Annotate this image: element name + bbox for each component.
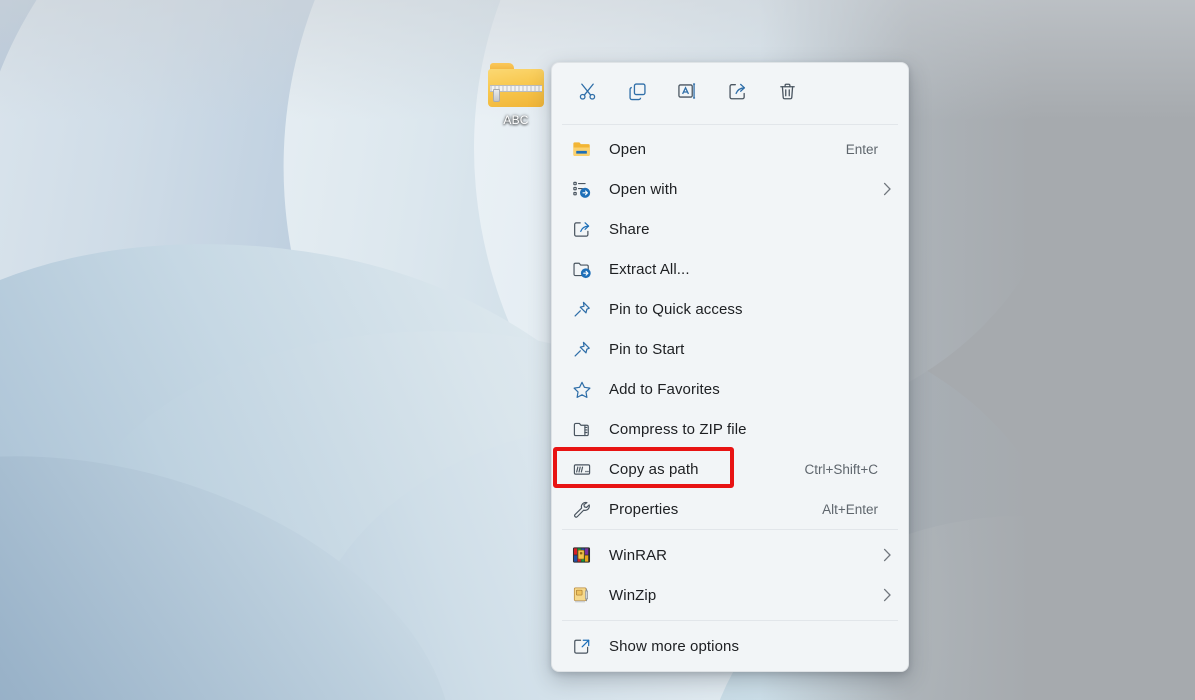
menu-item-label: Open with — [609, 181, 677, 198]
menu-item-accelerator: Enter — [846, 142, 896, 157]
menu-item-winrar[interactable]: WinRAR — [552, 535, 908, 575]
winzip-icon — [572, 584, 600, 606]
delete-icon — [777, 81, 798, 107]
share-icon — [572, 218, 600, 240]
context-menu: Open Enter — [551, 62, 909, 672]
menu-item-open[interactable]: Open Enter — [552, 129, 908, 169]
menu-item-label: Open — [609, 141, 646, 158]
menu-item-open-with[interactable]: Open with — [552, 169, 908, 209]
menu-item-label: Properties — [609, 501, 678, 518]
rename-button[interactable] — [666, 75, 708, 113]
menu-item-compress-to-zip[interactable]: Compress to ZIP file — [552, 409, 908, 449]
delete-button[interactable] — [766, 75, 808, 113]
desktop-icon-abc[interactable]: ABC — [470, 55, 562, 127]
folder-open-icon — [572, 138, 600, 160]
star-icon — [572, 378, 600, 400]
extract-all-icon — [572, 258, 600, 280]
copy-icon — [627, 81, 648, 107]
chevron-right-icon — [880, 548, 896, 562]
menu-item-properties[interactable]: Properties Alt+Enter — [552, 489, 908, 529]
menu-item-pin-to-quick-access[interactable]: Pin to Quick access — [552, 289, 908, 329]
context-menu-main-group: Open Enter — [552, 125, 908, 529]
share-button[interactable] — [716, 75, 758, 113]
cut-icon — [577, 81, 598, 107]
zip-folder-icon — [488, 63, 544, 109]
menu-item-label: Compress to ZIP file — [609, 421, 747, 438]
menu-item-label: Pin to Quick access — [609, 301, 743, 318]
desktop: ABC — [0, 0, 1195, 700]
menu-item-label: Add to Favorites — [609, 381, 720, 398]
winrar-icon — [572, 544, 600, 566]
menu-item-show-more-options[interactable]: Show more options — [552, 626, 908, 666]
chevron-right-icon — [880, 588, 896, 602]
pin-icon — [572, 298, 600, 320]
menu-item-label: WinZip — [609, 587, 656, 604]
menu-item-pin-to-start[interactable]: Pin to Start — [552, 329, 908, 369]
menu-item-accelerator: Alt+Enter — [822, 502, 896, 517]
show-more-options-icon — [572, 635, 600, 657]
menu-item-share[interactable]: Share — [552, 209, 908, 249]
menu-item-add-to-favorites[interactable]: Add to Favorites — [552, 369, 908, 409]
share-icon — [727, 81, 748, 107]
desktop-icon-label: ABC — [470, 113, 562, 127]
open-with-icon — [572, 178, 600, 200]
properties-icon — [572, 498, 600, 520]
zip-pull — [493, 89, 500, 102]
chevron-right-icon — [880, 182, 896, 196]
menu-item-label: Share — [609, 221, 650, 238]
context-menu-extensions-group: WinRAR WinZip — [552, 530, 908, 620]
menu-item-label: Copy as path — [609, 461, 699, 478]
wallpaper-petal-4 — [0, 382, 504, 700]
copy-as-path-icon — [572, 458, 600, 480]
context-menu-more-group: Show more options — [552, 621, 908, 671]
rename-icon — [676, 80, 698, 107]
menu-item-label: Show more options — [609, 638, 739, 655]
menu-item-label: Pin to Start — [609, 341, 684, 358]
menu-item-label: Extract All... — [609, 261, 690, 278]
menu-item-winzip[interactable]: WinZip — [552, 575, 908, 615]
menu-item-accelerator: Ctrl+Shift+C — [804, 462, 896, 477]
pin-icon — [572, 338, 600, 360]
copy-button[interactable] — [616, 75, 658, 113]
cut-button[interactable] — [566, 75, 608, 113]
wallpaper-bloom-base — [0, 230, 1090, 700]
context-menu-toolbar — [552, 63, 908, 124]
menu-item-label: WinRAR — [609, 547, 667, 564]
menu-item-extract-all[interactable]: Extract All... — [552, 249, 908, 289]
compress-zip-icon — [572, 418, 600, 440]
menu-item-copy-as-path[interactable]: Copy as path Ctrl+Shift+C — [552, 449, 908, 489]
